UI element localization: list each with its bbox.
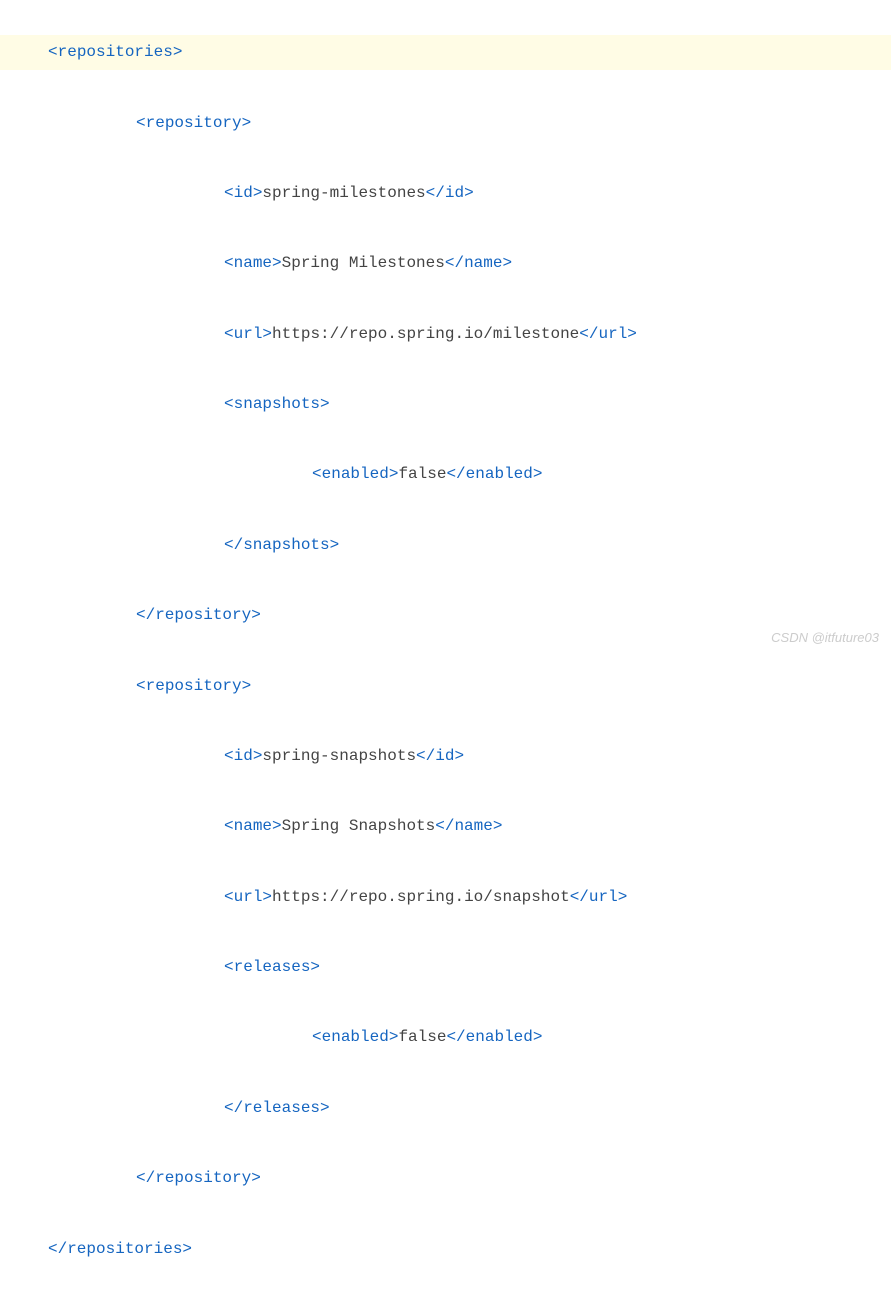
code-line: <releases> <box>0 950 891 985</box>
xml-tag: repositories <box>58 43 173 61</box>
code-line: <url>https://repo.spring.io/snapshot</ur… <box>0 880 891 915</box>
xml-tag: repository <box>155 606 251 624</box>
xml-tag: snapshots <box>234 395 320 413</box>
xml-text: false <box>398 465 446 483</box>
xml-tag: url <box>234 325 263 343</box>
code-line: <name>Spring Milestones</name> <box>0 246 891 281</box>
code-line-highlighted: <repositories> <box>0 35 891 70</box>
xml-tag: enabled <box>466 465 533 483</box>
code-line: <id>spring-snapshots</id> <box>0 739 891 774</box>
xml-tag: url <box>598 325 627 343</box>
xml-tag: repository <box>146 114 242 132</box>
xml-tag: repositories <box>67 1240 182 1258</box>
xml-tag: enabled <box>322 1028 389 1046</box>
xml-tag: snapshots <box>243 536 329 554</box>
xml-text: spring-snapshots <box>262 747 416 765</box>
xml-text: Spring Milestones <box>282 254 445 272</box>
xml-tag: enabled <box>466 1028 533 1046</box>
code-line: </snapshots> <box>0 528 891 563</box>
xml-code-block: <repositories> <repository> <id>spring-m… <box>0 0 891 1302</box>
xml-tag: url <box>589 888 618 906</box>
xml-tag: releases <box>243 1099 320 1117</box>
xml-tag: releases <box>234 958 311 976</box>
xml-tag: name <box>454 817 492 835</box>
code-line: </releases> <box>0 1091 891 1126</box>
xml-tag: enabled <box>322 465 389 483</box>
xml-tag: id <box>435 747 454 765</box>
xml-text: Spring Snapshots <box>282 817 436 835</box>
xml-tag: id <box>445 184 464 202</box>
code-line: <id>spring-milestones</id> <box>0 176 891 211</box>
code-line: </repository> <box>0 1161 891 1196</box>
code-line: </repository> <box>0 598 891 633</box>
xml-tag: repository <box>155 1169 251 1187</box>
xml-tag: name <box>464 254 502 272</box>
code-line: <enabled>false</enabled> <box>0 1020 891 1055</box>
code-line: <snapshots> <box>0 387 891 422</box>
code-line: <enabled>false</enabled> <box>0 457 891 492</box>
xml-text: https://repo.spring.io/milestone <box>272 325 579 343</box>
code-line: <repository> <box>0 106 891 141</box>
xml-text: false <box>398 1028 446 1046</box>
watermark-text: CSDN @itfuture03 <box>771 624 879 653</box>
xml-text: https://repo.spring.io/snapshot <box>272 888 570 906</box>
code-line: <name>Spring Snapshots</name> <box>0 809 891 844</box>
code-line: <repository> <box>0 669 891 704</box>
code-line: <url>https://repo.spring.io/milestone</u… <box>0 317 891 352</box>
xml-tag: url <box>234 888 263 906</box>
xml-tag: repository <box>146 677 242 695</box>
code-line: </repositories> <box>0 1232 891 1267</box>
xml-tag: name <box>234 817 272 835</box>
xml-tag: id <box>234 747 253 765</box>
xml-tag: id <box>234 184 253 202</box>
xml-text: spring-milestones <box>262 184 425 202</box>
xml-tag: name <box>234 254 272 272</box>
